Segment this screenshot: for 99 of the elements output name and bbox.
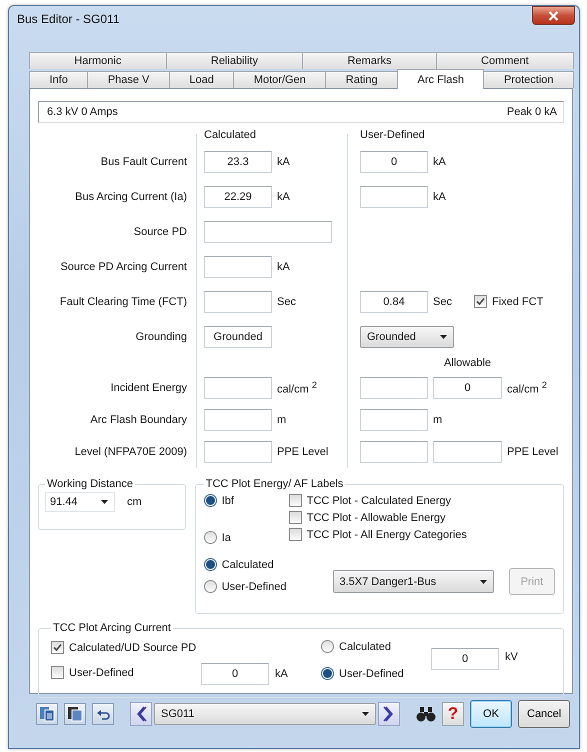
input-field[interactable]: [204, 256, 272, 278]
unit-label: kA: [277, 260, 291, 272]
unit-label: kA: [433, 156, 447, 168]
radio-button[interactable]: User-Defined: [321, 667, 404, 680]
previous-button[interactable]: [130, 702, 152, 726]
radio-button[interactable]: Calculated: [321, 640, 391, 653]
tab[interactable]: Arc Flash: [397, 69, 484, 89]
document-icon[interactable]: [36, 703, 58, 725]
tab[interactable]: Protection: [483, 71, 574, 88]
ok-button[interactable]: OK: [470, 700, 512, 728]
radio-button[interactable]: User-Defined: [204, 580, 332, 593]
field-label: Incident Energy: [110, 382, 188, 394]
input-field[interactable]: 23.3: [204, 150, 272, 172]
input-field[interactable]: Grounded: [204, 326, 272, 348]
input-field[interactable]: 22.29: [204, 186, 272, 208]
unit-label: PPE Level: [507, 446, 560, 458]
close-icon: [548, 10, 559, 20]
unit-label: Sec: [433, 296, 452, 308]
input-field[interactable]: 0.84: [360, 290, 428, 312]
help-button[interactable]: ?: [442, 702, 464, 726]
tab[interactable]: Rating: [325, 71, 398, 88]
input-field[interactable]: [204, 441, 272, 463]
field-label: Arc Flash Boundary: [89, 414, 188, 426]
checkmark-icon: [53, 643, 62, 652]
input-field[interactable]: 0: [360, 150, 428, 172]
field-label: Fault Clearing Time (FCT): [58, 296, 188, 308]
radio-button[interactable]: Calculated: [204, 558, 332, 571]
input-field[interactable]: 0: [431, 648, 499, 670]
unit-label: cm: [126, 496, 142, 508]
checkbox[interactable]: TCC Plot - Allowable Energy: [288, 511, 467, 524]
unit-label: cal/cm $^{2}$: [277, 380, 318, 396]
tab[interactable]: Motor/Gen: [233, 71, 326, 88]
group-title: Calculated: [204, 128, 257, 140]
radio-button[interactable]: Ibf: [204, 494, 289, 507]
tab[interactable]: Comment: [436, 52, 574, 69]
field-label: Grounding: [134, 330, 188, 342]
dropdown[interactable]: 3.5X7 Danger1-Bus: [332, 570, 494, 593]
input-field[interactable]: [204, 409, 272, 431]
unit-label: PPE Level: [277, 446, 330, 458]
unit-label: kA: [277, 156, 291, 168]
cancel-button[interactable]: Cancel: [518, 700, 570, 728]
unit-label: kA: [277, 190, 291, 202]
tab[interactable]: Info: [29, 71, 88, 88]
input-field[interactable]: 0: [201, 663, 269, 685]
unit-label: kA: [274, 668, 289, 680]
rating-text: 6.3 kV 0 Amps: [47, 106, 118, 118]
chevron-right-icon: [383, 706, 395, 722]
field-label: Level (NFPA70E 2009): [74, 446, 188, 458]
checkbox[interactable]: Calculated/UD Source PD: [51, 641, 196, 654]
group-title: User-Defined: [360, 128, 426, 140]
field-label: Bus Fault Current: [100, 156, 188, 168]
input-field[interactable]: [204, 290, 272, 312]
next-button[interactable]: [378, 702, 400, 726]
tab[interactable]: Phase V: [87, 71, 170, 88]
tab[interactable]: Remarks: [302, 52, 437, 69]
unit-label: m: [277, 414, 288, 426]
undo-icon[interactable]: [92, 703, 114, 725]
caret-icon: [101, 500, 108, 504]
field-label: Source PD: [132, 226, 188, 238]
group-title: Working Distance: [46, 478, 134, 490]
checkbox[interactable]: TCC Plot - Calculated Energy: [288, 494, 467, 507]
input-field[interactable]: [204, 220, 332, 242]
unit-label: cal/cm $^{2}$: [507, 380, 548, 396]
input-field[interactable]: [360, 409, 428, 431]
field-label: Source PD Arcing Current: [59, 260, 188, 272]
radio-button[interactable]: Ia: [204, 531, 289, 544]
input-field[interactable]: [360, 377, 428, 399]
dropdown[interactable]: SG011: [154, 703, 376, 725]
checkmark-icon: [476, 297, 485, 306]
tab[interactable]: Load: [168, 71, 234, 88]
unit-label: Sec: [277, 296, 297, 308]
input-field[interactable]: 0: [433, 377, 502, 399]
caret-icon: [480, 580, 487, 584]
unit-label: m: [433, 414, 444, 426]
dropdown[interactable]: 91.44: [45, 492, 115, 512]
input-field[interactable]: [433, 441, 502, 463]
peak-text: Peak 0 kA: [506, 106, 557, 118]
checkbox[interactable]: TCC Plot - All Energy Categories: [288, 528, 467, 541]
column-title: Allowable: [444, 357, 492, 369]
caret-icon: [440, 334, 447, 338]
tab[interactable]: Harmonic: [29, 52, 167, 69]
unit-label: kV: [504, 651, 519, 663]
checkbox[interactable]: Fixed FCT: [474, 295, 544, 308]
input-field[interactable]: [360, 186, 428, 208]
chevron-left-icon: [135, 706, 147, 722]
group-title: TCC Plot Arcing Current: [52, 622, 172, 634]
close-button[interactable]: [532, 6, 575, 25]
dropdown[interactable]: Grounded: [360, 326, 454, 348]
group-title: TCC Plot Energy/ AF Labels: [204, 478, 344, 490]
documents-icon[interactable]: [64, 703, 86, 725]
checkbox[interactable]: User-Defined: [51, 666, 134, 679]
input-field[interactable]: [360, 441, 428, 463]
field-label: Bus Arcing Current (Ia): [74, 190, 188, 202]
input-field[interactable]: [204, 377, 272, 399]
binoculars-icon[interactable]: [416, 706, 436, 722]
unit-label: kA: [433, 190, 447, 202]
caret-icon: [362, 712, 369, 716]
window-title: Bus Editor - SG011: [17, 12, 120, 26]
tab[interactable]: Reliability: [166, 52, 304, 69]
